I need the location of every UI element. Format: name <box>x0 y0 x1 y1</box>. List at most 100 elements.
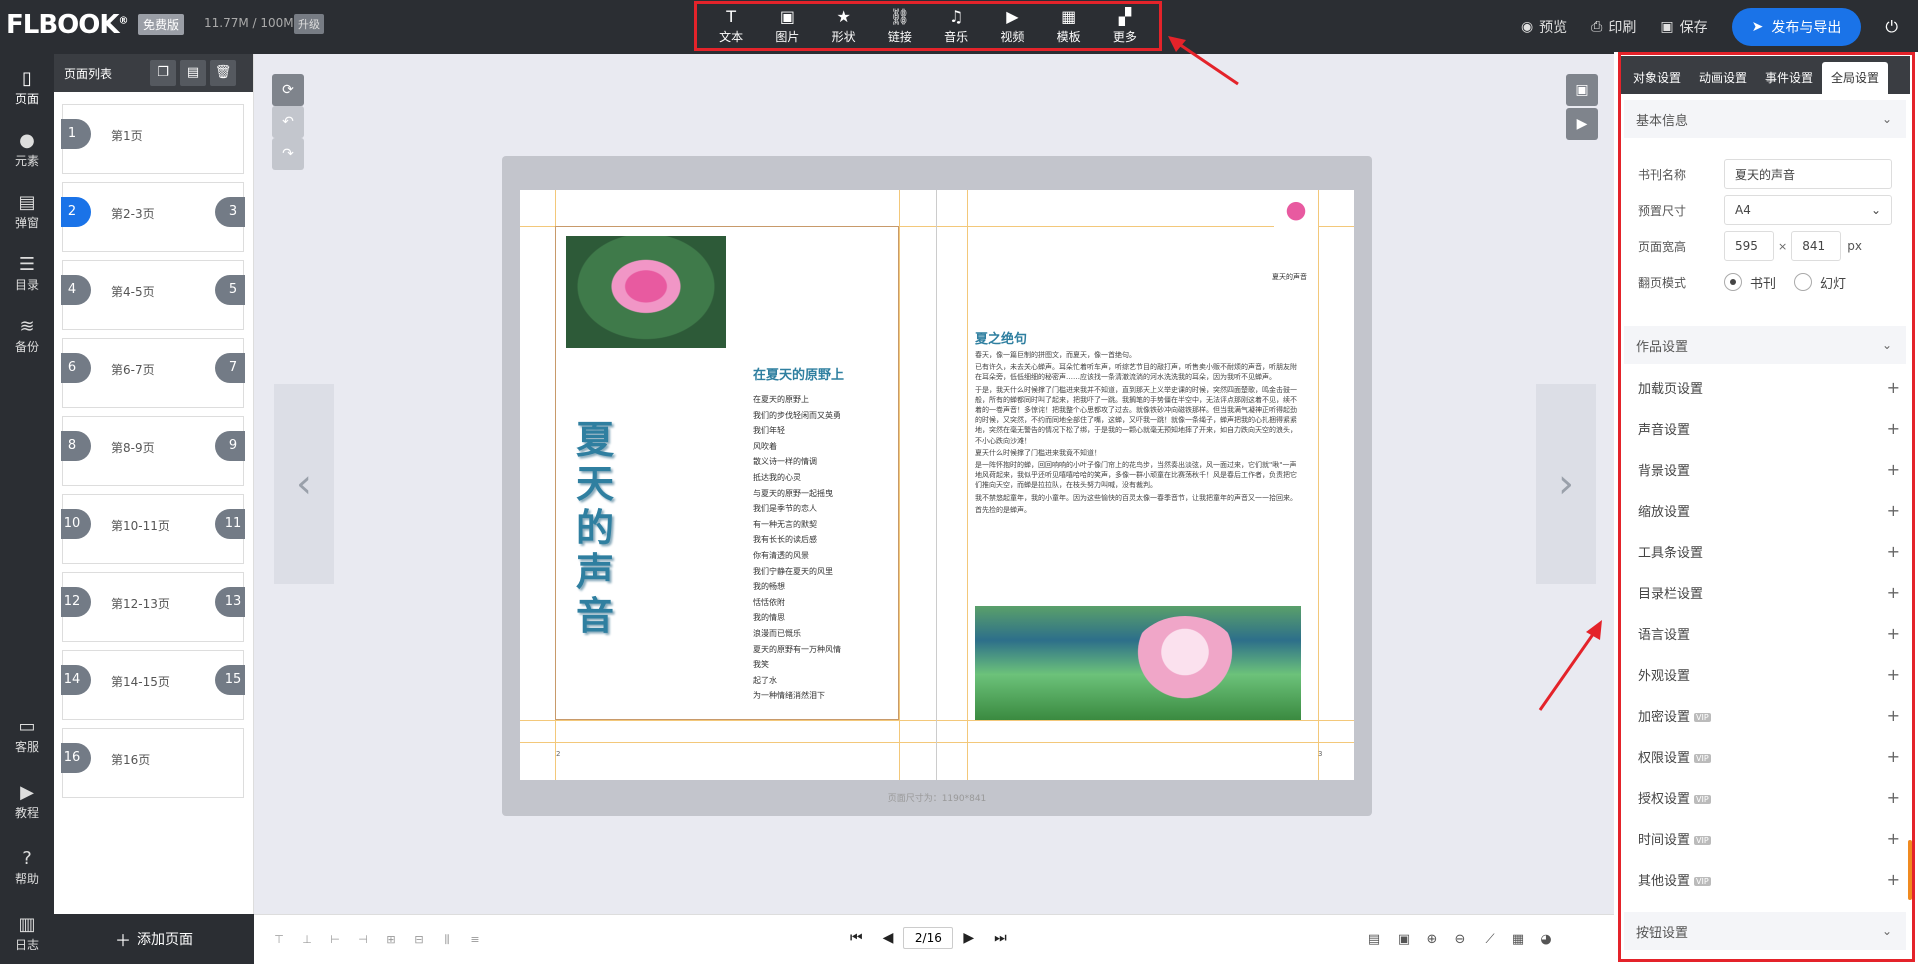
page-card[interactable]: 8 第8-9页 9 <box>61 416 245 486</box>
setting-language[interactable]: 语言设置 + <box>1638 618 1900 648</box>
next-page-arrow[interactable]: › <box>1536 384 1596 584</box>
setting-loading-page[interactable]: 加载页设置 + <box>1638 372 1900 402</box>
link-tool-button[interactable]: ⛓ 链接 <box>875 7 925 45</box>
music-tool-button[interactable]: ♫ 音乐 <box>931 7 981 45</box>
app-logo[interactable]: FLBOOK® <box>6 10 129 40</box>
book-title-input[interactable] <box>1724 159 1892 189</box>
tab-object-settings[interactable]: 对象设置 <box>1624 62 1690 94</box>
section-basic-info[interactable]: 基本信息 ⌄ <box>1624 100 1906 138</box>
lotus-banner-photo[interactable] <box>975 606 1301 720</box>
ruler-icon[interactable]: ⟋ <box>1482 932 1498 948</box>
duplicate-page-icon[interactable]: ▤ <box>180 60 206 86</box>
page-card[interactable]: 12 第12-13页 13 <box>61 572 245 642</box>
nav-log[interactable]: ▥ 日志 <box>0 914 54 953</box>
power-icon[interactable]: ⏻ <box>1885 17 1898 37</box>
video-tool-button[interactable]: ▶ 视频 <box>987 7 1037 45</box>
publish-export-button[interactable]: ➤ 发布与导出 <box>1731 8 1862 46</box>
page-card[interactable]: 10 第10-11页 11 <box>61 494 245 564</box>
page-thumbnail-icon[interactable]: ▣ <box>1566 74 1598 106</box>
distribute-v-icon[interactable]: ≡ <box>468 933 482 947</box>
preview-button[interactable]: ◉ 预览 <box>1521 17 1567 37</box>
template-tool-button[interactable]: ▦ 模板 <box>1044 7 1094 45</box>
nav-help[interactable]: ? 帮助 <box>0 848 54 887</box>
nav-element[interactable]: ● 元素 <box>0 130 54 169</box>
preset-size-select[interactable]: A4 ⌄ <box>1724 195 1892 225</box>
radio-slide-mode[interactable] <box>1794 273 1813 291</box>
print-button[interactable]: ⎙ 印刷 <box>1591 17 1636 37</box>
align-bottom-icon[interactable]: ⊥ <box>300 933 314 947</box>
zoom-out-icon[interactable]: ⊖ <box>1452 932 1468 948</box>
shape-tool-button[interactable]: ★ 形状 <box>819 7 869 45</box>
add-page-button[interactable]: ＋添加页面 <box>54 914 254 964</box>
essay-title[interactable]: 夏之绝句 <box>975 328 1027 347</box>
align-right-icon[interactable]: ⊣ <box>356 933 370 947</box>
save-button[interactable]: ▣ 保存 <box>1660 17 1707 37</box>
text-tool-button[interactable]: T 文本 <box>706 7 756 45</box>
document-icon[interactable]: ▤ <box>1366 932 1382 948</box>
prev-page-arrow[interactable]: ‹ <box>274 384 334 584</box>
nav-backup[interactable]: ≋ 备份 <box>0 316 54 355</box>
page-height-input[interactable] <box>1791 231 1842 261</box>
section-work-settings[interactable]: 作品设置 ⌄ <box>1624 326 1906 364</box>
setting-authorization[interactable]: 授权设置 VIP + <box>1638 782 1900 812</box>
distribute-h-icon[interactable]: ⫼ <box>440 933 454 947</box>
setting-sound[interactable]: 声音设置 + <box>1638 413 1900 443</box>
nav-support[interactable]: ▭ 客服 <box>0 716 54 755</box>
grid-icon[interactable]: ▦ <box>1510 932 1526 948</box>
page-card[interactable]: 14 第14-15页 15 <box>61 650 245 720</box>
upgrade-button[interactable]: 升级 <box>294 14 324 34</box>
poem-title[interactable]: 在夏天的原野上 <box>753 364 844 383</box>
page-card[interactable]: 16 第16页 <box>61 728 244 798</box>
setting-encryption[interactable]: 加密设置 VIP + <box>1638 700 1900 730</box>
setting-toolbar[interactable]: 工具条设置 + <box>1638 536 1900 566</box>
align-center-h-icon[interactable]: ⊟ <box>412 933 426 947</box>
page-card[interactable]: 4 第4-5页 5 <box>61 260 245 330</box>
undo-icon[interactable]: ↶ <box>272 106 304 138</box>
page-number-input[interactable] <box>903 927 954 949</box>
align-center-v-icon[interactable]: ⊞ <box>384 933 398 947</box>
small-caption[interactable]: 夏天的声音 <box>1272 272 1307 282</box>
nav-toc[interactable]: ☰ 目录 <box>0 254 54 293</box>
copy-page-icon[interactable]: ❐ <box>150 60 176 86</box>
essay-text[interactable]: 春天，像一篇巨制的拼图文，而夏天，像一首绝句。 已有许久，未去关心蝉声。耳朵忙着… <box>975 350 1303 517</box>
setting-zoom[interactable]: 缩放设置 + <box>1638 495 1900 525</box>
page-card[interactable]: 6 第6-7页 7 <box>61 338 245 408</box>
prev-page-icon[interactable]: ◀ <box>883 930 894 946</box>
vertical-title[interactable]: 夏天的声音 <box>572 418 618 638</box>
setting-other[interactable]: 其他设置 VIP + <box>1638 864 1900 894</box>
next-page-icon[interactable]: ▶ <box>963 930 974 946</box>
nav-popup[interactable]: ▤ 弹窗 <box>0 192 54 231</box>
redo-icon[interactable]: ↷ <box>272 138 304 170</box>
nav-page[interactable]: ▯ 页面 <box>0 68 54 107</box>
setting-appearance[interactable]: 外观设置 + <box>1638 659 1900 689</box>
page-width-input[interactable] <box>1724 231 1774 261</box>
last-page-icon[interactable]: ⏭ <box>994 930 1007 946</box>
image-tool-button[interactable]: ▣ 图片 <box>762 7 812 45</box>
delete-page-icon[interactable]: 🗑 <box>210 60 236 86</box>
tab-event-settings[interactable]: 事件设置 <box>1756 62 1822 94</box>
setting-background[interactable]: 背景设置 + <box>1638 454 1900 484</box>
section-button-settings[interactable]: 按钮设置 ⌄ <box>1624 912 1906 950</box>
tab-global-settings[interactable]: 全局设置 <box>1822 62 1889 94</box>
lotus-photo[interactable] <box>566 236 726 348</box>
page-card[interactable]: 1 第1页 <box>61 104 244 174</box>
align-left-icon[interactable]: ⊢ <box>328 933 342 947</box>
nav-tutorial[interactable]: ▶ 教程 <box>0 782 54 821</box>
more-tool-button[interactable]: ▞ 更多 <box>1100 7 1150 45</box>
lotus-small-image[interactable] <box>1274 192 1318 256</box>
tab-animation-settings[interactable]: 动画设置 <box>1690 62 1756 94</box>
fit-page-icon[interactable]: ▣ <box>1396 932 1412 948</box>
zoom-in-icon[interactable]: ⊕ <box>1424 932 1440 948</box>
page-card-current[interactable]: 2 第2-3页 3 <box>61 182 245 252</box>
play-preview-icon[interactable]: ▶ <box>1566 108 1598 140</box>
radio-book-mode[interactable] <box>1724 273 1742 291</box>
setting-permission[interactable]: 权限设置 VIP + <box>1638 741 1900 771</box>
setting-toc-bar[interactable]: 目录栏设置 + <box>1638 577 1900 607</box>
panel-scrollbar[interactable] <box>1908 840 1912 900</box>
setting-time[interactable]: 时间设置 VIP + <box>1638 823 1900 853</box>
poem-text[interactable]: 在夏天的原野上 我们的步伐轻闲而又英勇 我们年轻 风吹着 散义诗一样的情调 抵达我的心灵与… <box>753 392 841 704</box>
settings-icon[interactable]: ◕ <box>1538 932 1554 948</box>
first-page-icon[interactable]: ⏮ <box>850 930 863 946</box>
align-top-icon[interactable]: ⊤ <box>272 933 286 947</box>
reset-view-icon[interactable]: ⟳ <box>272 74 304 106</box>
